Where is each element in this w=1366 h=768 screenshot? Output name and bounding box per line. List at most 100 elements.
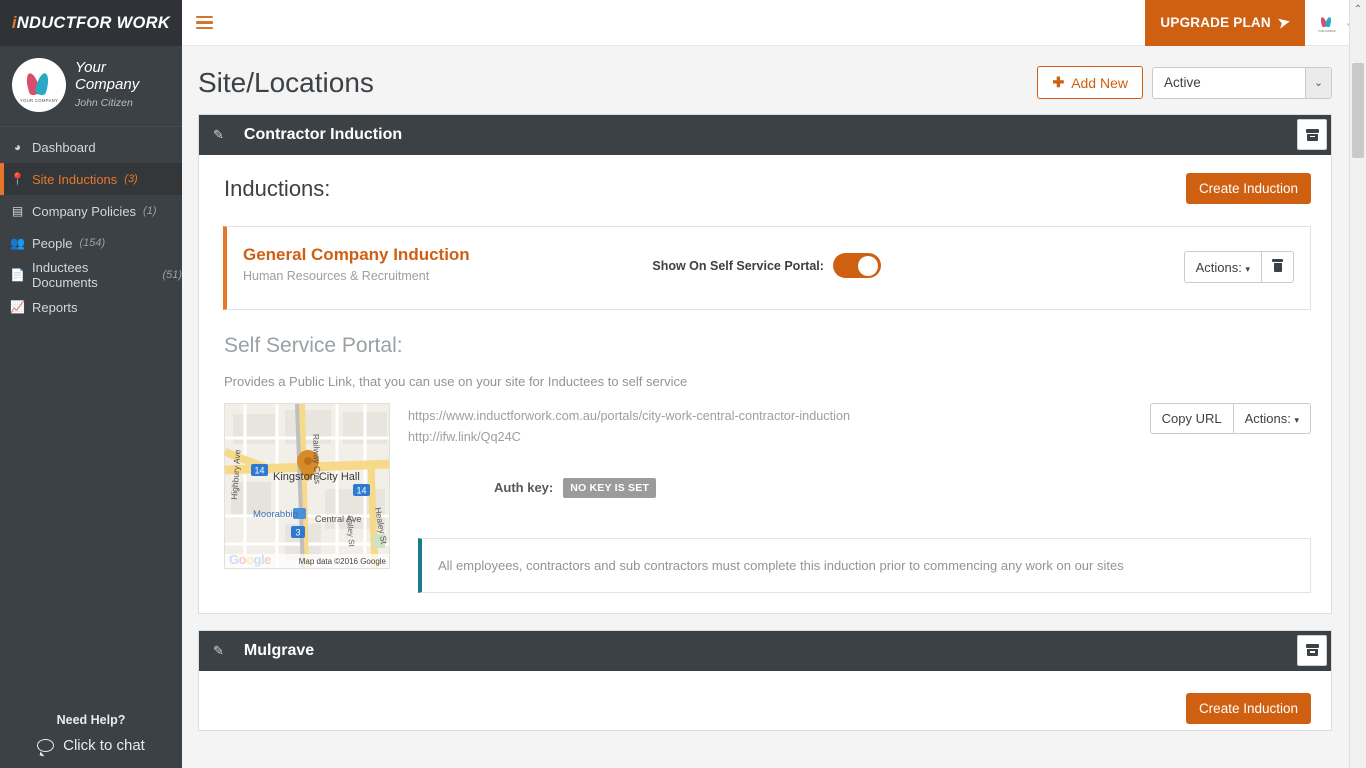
panel-contractor-induction: ✎ Contractor Induction Inductions: Creat…	[198, 114, 1332, 614]
chevron-down-icon: ⌄	[1305, 67, 1331, 98]
app-root: iNDUCTFOR WORK YOUR COMPANY Your Company…	[0, 0, 1366, 768]
create-induction-button[interactable]: Create Induction	[1185, 692, 1311, 724]
sidebar-count-inductees-documents: (51)	[162, 269, 182, 281]
archive-site-button[interactable]	[1297, 119, 1327, 150]
induction-actions-label: Actions:	[1195, 259, 1242, 275]
scrollbar-thumb[interactable]	[1352, 63, 1364, 158]
hamburger-icon[interactable]	[196, 13, 213, 33]
induction-action-buttons: Actions: ▾	[1183, 251, 1294, 283]
dashboard-icon: ◕	[13, 140, 22, 154]
chat-bubble-icon	[37, 739, 55, 752]
profile-subtitle: John Citizen	[75, 97, 133, 110]
profile-block[interactable]: YOUR COMPANY Your Company John Citizen	[0, 46, 182, 127]
svg-text:14: 14	[356, 486, 366, 496]
panel-title: Contractor Induction	[243, 126, 403, 143]
panel-header: ✎ Contractor Induction	[199, 115, 1331, 155]
svg-text:Railway Cres: Railway Cres	[311, 434, 323, 484]
plus-icon: ✚	[1052, 74, 1065, 90]
sidebar-label-inductees-documents: Inductees Documents	[32, 260, 98, 290]
page-scrollbar[interactable]	[1349, 46, 1366, 768]
portal-actions-dropdown[interactable]: Actions: ▾	[1233, 403, 1311, 434]
click-to-chat-button[interactable]: Click to chat	[0, 737, 182, 754]
edit-pencil-icon[interactable]: ✎	[213, 127, 224, 143]
status-filter-select[interactable]: Active ⌄	[1152, 66, 1332, 99]
brand-logo[interactable]: iNDUCTFOR WORK	[0, 0, 182, 46]
book-icon: ▤	[11, 204, 24, 218]
sidebar-item-inductees-documents[interactable]: 📄 Inductees Documents (51)	[0, 259, 182, 291]
edit-pencil-icon[interactable]: ✎	[213, 643, 224, 659]
induction-info: General Company Induction Human Resource…	[243, 245, 470, 283]
archive-icon	[1305, 644, 1319, 657]
self-service-portal-section: Self Service Portal: Provides a Public L…	[211, 310, 1313, 593]
location-pin-icon: 📍	[10, 172, 25, 186]
panel-header: ✎ Mulgrave	[199, 630, 1331, 671]
location-map-thumbnail[interactable]: 14 14 3 Kingston City Hall Moorabbin Cen…	[224, 403, 390, 569]
add-new-label: Add New	[1071, 74, 1128, 91]
topbar: UPGRADE PLAN ➤ YOUR COMPANY ⌄	[182, 0, 1366, 46]
sidebar-item-people[interactable]: 👥 People (154)	[0, 227, 182, 259]
user-logo-caption: YOUR COMPANY	[1316, 29, 1338, 33]
scrollbar-up-arrow[interactable]: ⌃	[1349, 0, 1366, 46]
auth-key-label: Auth key:	[494, 480, 554, 496]
caret-down-icon: ▾	[1245, 263, 1250, 274]
delete-induction-button[interactable]	[1262, 251, 1294, 283]
profile-name: Your Company	[75, 58, 140, 93]
add-new-button[interactable]: ✚ Add New	[1037, 66, 1143, 99]
auth-key-row: Auth key: NO KEY IS SET	[408, 477, 1311, 498]
document-icon: 📄	[10, 268, 25, 282]
sidebar-label-site-inductions: Site Inductions	[32, 171, 118, 187]
portal-url-short[interactable]: http://ifw.link/Qq24C	[408, 427, 850, 448]
sidebar-item-site-inductions[interactable]: 📍 Site Inductions (3)	[0, 163, 182, 195]
sidebar-label-reports: Reports	[32, 299, 78, 315]
induction-actions-dropdown[interactable]: Actions: ▾	[1183, 251, 1262, 283]
portal-urls: https://www.inductforwork.com.au/portals…	[408, 403, 850, 448]
ssp-title: Self Service Portal:	[224, 334, 403, 357]
sidebar-label-people: People	[32, 235, 73, 251]
copy-url-button[interactable]: Copy URL	[1149, 403, 1234, 434]
page-actions: ✚ Add New Active ⌄	[1037, 66, 1332, 99]
auth-key-status-badge: NO KEY IS SET	[563, 477, 657, 498]
people-icon: 👥	[10, 236, 25, 250]
induction-card: General Company Induction Human Resource…	[223, 226, 1311, 310]
ssp-description: Provides a Public Link, that you can use…	[224, 374, 688, 389]
sidebar-label-company-policies: Company Policies	[32, 203, 137, 219]
panel-body: Create Induction	[199, 671, 1331, 730]
archive-site-button[interactable]	[1297, 634, 1327, 666]
click-to-chat-label: Click to chat	[63, 737, 145, 754]
inductions-heading: Inductions:	[224, 175, 331, 201]
induction-name[interactable]: General Company Induction	[243, 245, 470, 265]
portal-actions-label: Actions:	[1244, 411, 1291, 426]
self-service-toggle-group: Show On Self Service Portal:	[652, 253, 881, 278]
ssp-details: https://www.inductforwork.com.au/portals…	[408, 403, 1311, 593]
caret-down-icon: ▾	[1294, 415, 1299, 425]
upgrade-plan-label: UPGRADE PLAN	[1160, 15, 1271, 30]
brand-nduct: NDUCT	[16, 13, 77, 32]
archive-icon	[1305, 128, 1319, 141]
map-graphic: 14 14 3 Kingston City Hall Moorabbin Cen…	[225, 404, 389, 568]
sidebar: iNDUCTFOR WORK YOUR COMPANY Your Company…	[0, 0, 182, 768]
topbar-right: UPGRADE PLAN ➤ YOUR COMPANY ⌄	[1145, 0, 1366, 46]
sidebar-item-company-policies[interactable]: ▤ Company Policies (1)	[0, 195, 182, 227]
page-scroll-region: Site/Locations ✚ Add New Active ⌄ ✎ Cont…	[182, 46, 1366, 768]
user-company-logo-icon: YOUR COMPANY	[1314, 10, 1339, 35]
upgrade-plan-button[interactable]: UPGRADE PLAN ➤	[1145, 0, 1305, 46]
paper-plane-icon: ➤	[1276, 12, 1292, 32]
toggle-label: Show On Self Service Portal:	[652, 258, 824, 273]
create-induction-button[interactable]: Create Induction	[1185, 173, 1311, 204]
show-on-portal-toggle[interactable]	[832, 253, 881, 278]
panel-mulgrave: ✎ Mulgrave Create Induction	[198, 629, 1332, 731]
sidebar-count-people: (154)	[79, 237, 106, 249]
induction-note: All employees, contractors and sub contr…	[418, 537, 1311, 593]
sidebar-item-dashboard[interactable]: ◕ Dashboard	[0, 131, 182, 163]
page-title: Site/Locations	[198, 66, 374, 98]
portal-url-full[interactable]: https://www.inductforwork.com.au/portals…	[408, 406, 850, 427]
page-header: Site/Locations ✚ Add New Active ⌄	[182, 46, 1348, 109]
trash-icon	[1272, 259, 1283, 272]
svg-text:14: 14	[254, 466, 264, 476]
company-leaf-logo-icon	[26, 71, 52, 99]
main-area: UPGRADE PLAN ➤ YOUR COMPANY ⌄ Site/Locat…	[182, 0, 1366, 768]
svg-text:Moorabbin: Moorabbin	[253, 509, 298, 520]
portal-action-buttons: Copy URL Actions: ▾	[1149, 403, 1311, 434]
panel-title: Mulgrave	[243, 641, 315, 659]
sidebar-item-reports[interactable]: 📈 Reports	[0, 291, 182, 323]
